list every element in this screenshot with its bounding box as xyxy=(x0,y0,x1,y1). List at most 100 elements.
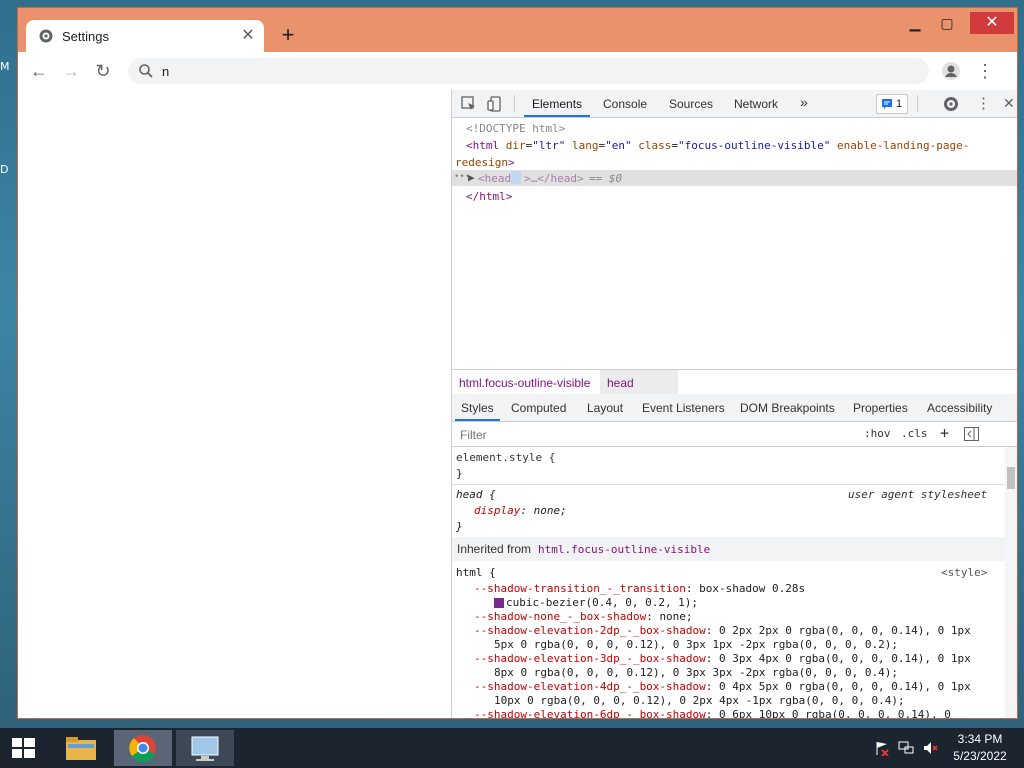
profile-avatar-icon[interactable] xyxy=(938,58,964,84)
remote-desktop-icon[interactable] xyxy=(176,730,234,766)
minimize-button[interactable]: ▁ xyxy=(900,12,930,34)
attr-name: enable-landing-page- xyxy=(836,139,970,152)
devtools-panel: Elements Console Sources Network » 1 ⋮ ✕… xyxy=(452,90,1017,718)
tab-console[interactable]: Console xyxy=(603,97,647,111)
breadcrumb-head[interactable]: head xyxy=(607,376,634,390)
menu-kebab-icon[interactable]: ⋮ xyxy=(972,58,998,84)
prop-value: none; xyxy=(533,504,567,517)
prop-name: --shadow-none_-_box-shadow xyxy=(474,610,647,623)
clock-date[interactable]: 5/23/2022 xyxy=(952,749,1008,763)
more-tabs-button[interactable]: » xyxy=(800,94,808,110)
inherited-link[interactable]: html.focus-outline-visible xyxy=(538,543,710,556)
tab-sources[interactable]: Sources xyxy=(669,97,713,111)
action-center-flag-icon[interactable] xyxy=(874,740,890,756)
prop-name: --shadow-transition_-_transition xyxy=(474,582,686,595)
tab-styles[interactable]: Styles xyxy=(455,401,500,421)
issues-count: 1 xyxy=(896,98,903,110)
html-rule-selector[interactable]: html { xyxy=(456,566,496,579)
tab-event-listeners[interactable]: Event Listeners xyxy=(642,401,725,415)
gear-icon xyxy=(39,29,53,43)
styles-pane: element.style { } head { user agent styl… xyxy=(452,447,1005,718)
file-explorer-icon[interactable] xyxy=(52,730,110,766)
inherited-label: Inherited from xyxy=(457,542,532,556)
settings-gear-icon[interactable] xyxy=(942,95,960,113)
style-declaration[interactable]: --shadow-elevation-2dp_-_box-shadow: 0 2… xyxy=(474,624,971,637)
prop-name: --shadow-elevation-4dp_-_box-shadow xyxy=(474,680,706,693)
devtools-tabbar: Elements Console Sources Network » 1 ⋮ ✕ xyxy=(452,90,1017,118)
separator xyxy=(917,95,918,112)
attr-value: "focus-outline-visible" xyxy=(678,139,831,152)
search-icon xyxy=(139,64,153,78)
style-declaration[interactable]: --shadow-transition_-_transition: box-sh… xyxy=(474,582,805,595)
rule-close-brace: } xyxy=(456,520,463,533)
devtools-menu-icon[interactable]: ⋮ xyxy=(976,94,991,112)
rule-close-brace: } xyxy=(456,467,463,480)
style-declaration[interactable]: --shadow-elevation-3dp_-_box-shadow: 0 3… xyxy=(474,652,971,665)
display-declaration[interactable]: display: none; xyxy=(474,504,567,517)
dom-html-open[interactable]: <html dir="ltr" lang="en" class="focus-o… xyxy=(466,139,969,152)
address-bar[interactable]: n xyxy=(128,58,929,84)
attr-name: dir xyxy=(505,139,526,152)
styles-filter-bar: :hov .cls + xyxy=(452,422,1017,447)
prop-value: 0 2px 2px 0 rgba(0, 0, 0, 0.14), 0 1px xyxy=(719,624,971,637)
new-style-rule-icon[interactable]: + xyxy=(940,424,949,442)
prop-name: --shadow-elevation-6dp_-_box-shadow xyxy=(474,708,706,718)
head-rule-selector[interactable]: head { xyxy=(456,488,496,501)
taskbar: 3:34 PM 5/23/2022 xyxy=(0,728,1024,768)
cls-button[interactable]: .cls xyxy=(901,427,928,440)
style-declaration[interactable]: --shadow-elevation-6dp_-_box-shadow: 0 6… xyxy=(474,708,951,718)
prop-value: 0 6px 10px 0 rgba(0, 0, 0, 0.14), 0 xyxy=(719,708,951,718)
device-toolbar-icon[interactable] xyxy=(486,95,504,113)
back-button[interactable]: ← xyxy=(26,58,52,84)
prop-name: --shadow-elevation-2dp_-_box-shadow xyxy=(474,624,706,637)
style-declaration[interactable]: --shadow-elevation-4dp_-_box-shadow: 0 4… xyxy=(474,680,971,693)
dom-attr-continuation: redesign> xyxy=(455,156,515,169)
rule-separator xyxy=(452,484,1005,485)
hov-button[interactable]: :hov xyxy=(864,427,891,440)
filter-input[interactable] xyxy=(458,427,842,443)
toggle-sidebar-icon[interactable] xyxy=(964,427,979,441)
devtools-close-icon[interactable]: ✕ xyxy=(1003,95,1015,112)
forward-button[interactable]: → xyxy=(58,58,84,84)
dom-selected-row[interactable]: ••• ▶ <head >…</head> == $0 xyxy=(452,170,1017,186)
maximize-button[interactable]: ▢ xyxy=(932,12,962,34)
element-style-selector[interactable]: element.style { xyxy=(456,451,555,464)
network-icon[interactable] xyxy=(898,740,914,756)
expand-triangle-icon[interactable]: ▶ xyxy=(468,171,475,184)
tag-name: html xyxy=(472,139,500,152)
user-agent-source: user agent stylesheet xyxy=(848,488,988,501)
style-declaration[interactable]: --shadow-none_-_box-shadow: none; xyxy=(474,610,693,623)
dom-html-close[interactable]: </html> xyxy=(466,190,512,203)
tab-properties[interactable]: Properties xyxy=(853,401,908,415)
close-window-button[interactable]: ✕ xyxy=(970,12,1014,34)
issues-button[interactable]: 1 xyxy=(876,94,908,114)
tab-accessibility[interactable]: Accessibility xyxy=(927,401,992,415)
tab-network[interactable]: Network xyxy=(734,97,778,111)
tab-dom-breakpoints[interactable]: DOM Breakpoints xyxy=(740,401,835,415)
breadcrumb-html[interactable]: html.focus-outline-visible xyxy=(459,376,590,390)
selection-caret xyxy=(511,171,521,184)
tab-elements[interactable]: Elements xyxy=(523,97,591,117)
prop-value: none; xyxy=(659,610,693,623)
desktop-edge-letter: D xyxy=(0,163,9,176)
tab-settings[interactable]: Settings ✕ xyxy=(26,20,264,52)
style-source-link[interactable]: <style> xyxy=(941,566,987,579)
clock-time[interactable]: 3:34 PM xyxy=(952,732,1008,746)
dom-doctype[interactable]: <!DOCTYPE html> xyxy=(466,122,565,135)
dom-tree: <!DOCTYPE html> <html dir="ltr" lang="en… xyxy=(452,118,1017,368)
bezier-swatch-icon[interactable] xyxy=(494,598,504,608)
windows-start-icon[interactable] xyxy=(0,728,46,768)
attr-value: "en" xyxy=(605,139,632,152)
reload-button[interactable]: ↻ xyxy=(90,58,116,84)
scrollbar-thumb[interactable] xyxy=(1007,467,1015,489)
tab-computed[interactable]: Computed xyxy=(511,401,566,415)
tab-close-icon[interactable]: ✕ xyxy=(240,28,256,44)
styles-scrollbar[interactable] xyxy=(1005,447,1017,718)
tab-layout[interactable]: Layout xyxy=(587,401,623,415)
volume-muted-icon[interactable] xyxy=(922,740,938,756)
inspect-element-icon[interactable] xyxy=(460,95,478,113)
inherited-section-header: Inherited from html.focus-outline-visibl… xyxy=(452,537,1005,561)
style-declaration-cont: 10px 0 rgba(0, 0, 0, 0.12), 0 2px 4px -1… xyxy=(494,694,905,707)
chrome-icon[interactable] xyxy=(114,730,172,766)
new-tab-button[interactable]: + xyxy=(276,24,300,48)
